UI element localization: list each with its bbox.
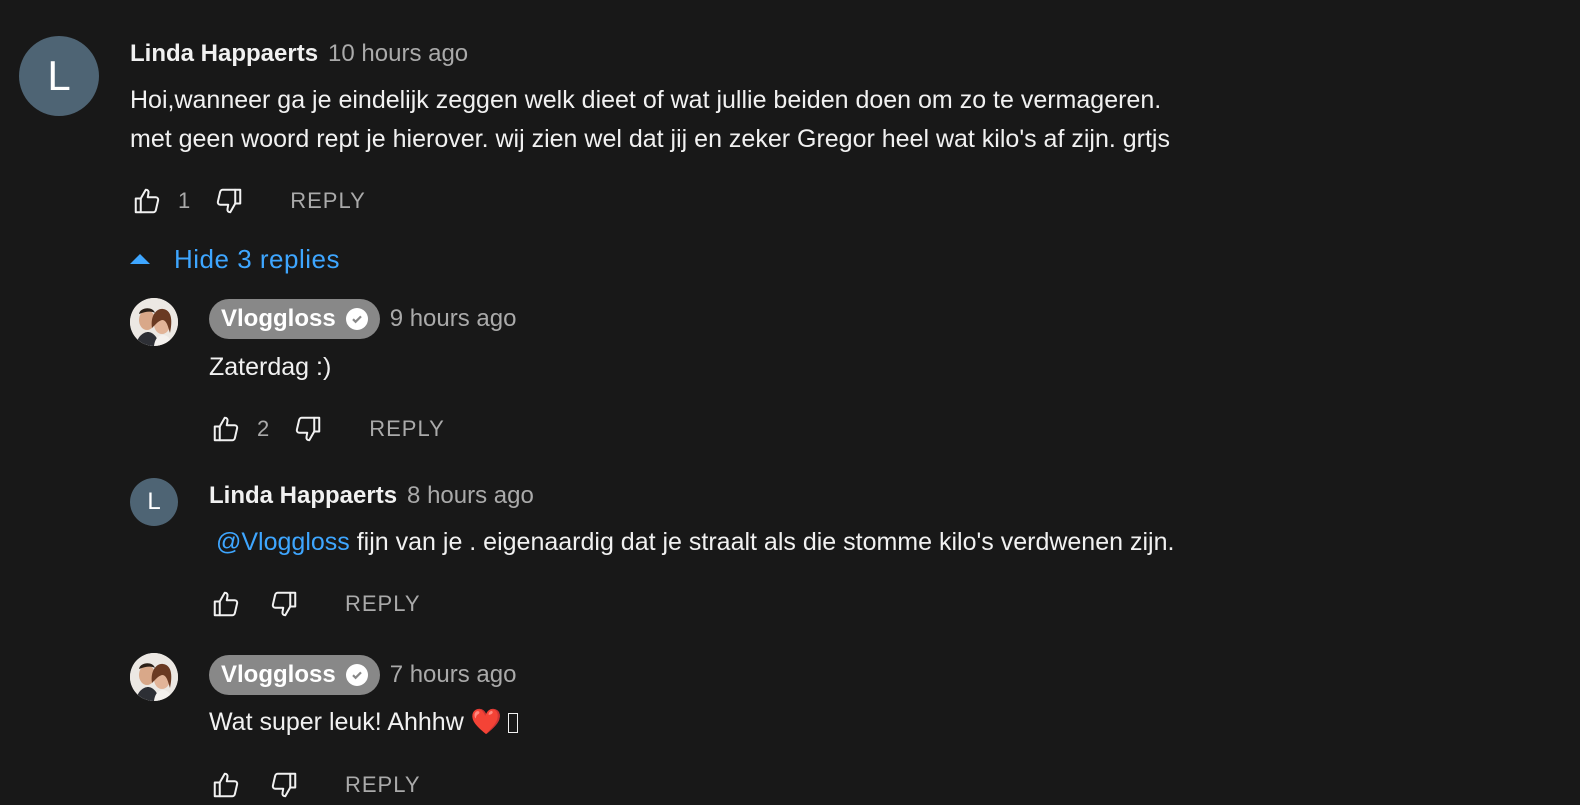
check-circle-icon — [345, 308, 368, 330]
channel-avatar[interactable] — [130, 298, 178, 346]
like-count: 2 — [257, 416, 270, 441]
avatar[interactable]: L — [19, 36, 99, 116]
comment-timestamp[interactable]: 10 hours ago — [328, 40, 468, 68]
reply-body: fijn van je . eigenaardig dat je straalt… — [349, 528, 1175, 556]
reply-button[interactable]: REPLY — [345, 591, 421, 617]
reply-timestamp[interactable]: 9 hours ago — [390, 305, 517, 333]
hide-replies-button[interactable]: Hide 3 replies — [130, 240, 340, 278]
reply-timestamp[interactable]: 8 hours ago — [407, 482, 534, 510]
hide-replies-label: Hide 3 replies — [174, 243, 340, 274]
like-count: 1 — [178, 188, 191, 213]
channel-owner-badge[interactable]: Vloggloss — [209, 299, 380, 339]
reply-author: Vloggloss — [221, 305, 336, 332]
thumbs-down-icon[interactable] — [291, 412, 325, 446]
thumbs-up-icon[interactable] — [130, 184, 164, 218]
reply-button[interactable]: REPLY — [290, 188, 366, 214]
comment-author[interactable]: Linda Happaerts — [130, 40, 318, 68]
reply-author[interactable]: Linda Happaerts — [209, 482, 397, 510]
comment-line: Hoi,wanneer ga je eindelijk zeggen welk … — [130, 86, 1162, 114]
check-circle-icon — [345, 664, 368, 686]
reply-text: Zaterdag :) — [209, 353, 332, 381]
thumbs-down-icon[interactable] — [267, 768, 301, 802]
reply-button[interactable]: REPLY — [345, 772, 421, 798]
caret-up-icon — [130, 254, 150, 264]
reply-text: Wat super leuk! Ahhhw ❤️ — [209, 703, 518, 742]
reply-actions: REPLY — [209, 765, 421, 805]
reply-timestamp[interactable]: 7 hours ago — [390, 661, 517, 689]
reply-author: Vloggloss — [221, 661, 336, 688]
unknown-glyph-icon — [507, 713, 518, 733]
avatar[interactable]: L — [130, 478, 178, 526]
comment-text: Hoi,wanneer ga je eindelijk zeggen welk … — [130, 81, 1170, 159]
thumbs-up-icon[interactable] — [209, 412, 243, 446]
thumbs-down-icon[interactable] — [267, 587, 301, 621]
comment-thread: L Linda Happaerts 10 hours ago Hoi,wanne… — [0, 0, 1580, 802]
comment-actions: 1 REPLY — [130, 181, 366, 221]
avatar-letter: L — [147, 488, 161, 515]
channel-avatar[interactable] — [130, 653, 178, 701]
reply-actions: 2 REPLY — [209, 409, 445, 449]
avatar-letter: L — [47, 52, 71, 99]
reply-text: @Vloggloss fijn van je . eigenaardig dat… — [216, 523, 1174, 562]
reply-button[interactable]: REPLY — [369, 416, 445, 442]
reply-actions: REPLY — [209, 584, 421, 624]
thumbs-up-icon[interactable] — [209, 768, 243, 802]
thumbs-down-icon[interactable] — [212, 184, 246, 218]
comment-line: met geen woord rept je hierover. wij zie… — [130, 125, 1170, 153]
thumbs-up-icon[interactable] — [209, 587, 243, 621]
reply-body: Wat super leuk! Ahhhw ❤️ — [209, 708, 502, 736]
channel-owner-badge[interactable]: Vloggloss — [209, 655, 380, 695]
mention-link[interactable]: @Vloggloss — [216, 528, 350, 556]
